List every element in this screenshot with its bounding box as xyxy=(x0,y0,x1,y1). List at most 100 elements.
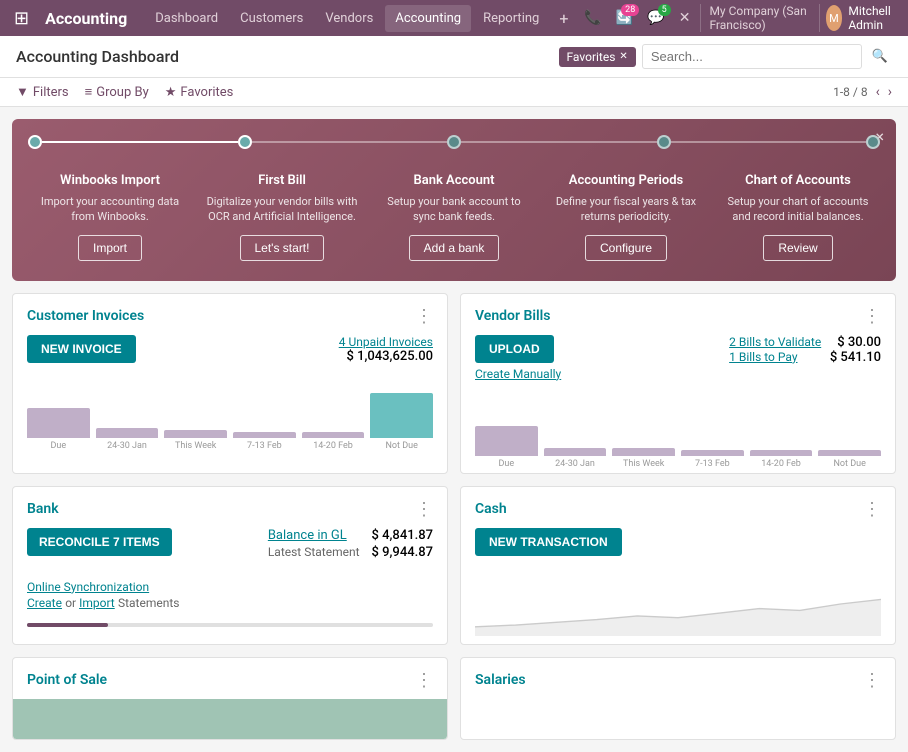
step-dot-4 xyxy=(657,135,671,149)
prev-page-button[interactable]: ‹ xyxy=(876,84,880,100)
step-dot-2 xyxy=(238,135,252,149)
nav-reporting[interactable]: Reporting xyxy=(473,5,549,32)
next-page-button[interactable]: › xyxy=(888,84,892,100)
vbar-due xyxy=(475,426,538,456)
nav-dashboard[interactable]: Dashboard xyxy=(145,5,228,32)
bar-24jan-fill xyxy=(96,428,159,438)
step-2-button[interactable]: Let's start! xyxy=(240,235,325,261)
page-header: Accounting Dashboard Favorites ✕ 🔍 xyxy=(0,36,908,78)
cash-header: Cash ⋮ xyxy=(461,487,895,528)
msg-badge: 5 xyxy=(658,4,671,16)
onboarding-step-2: First Bill Digitalize your vendor bills … xyxy=(200,169,364,265)
cash-chart-svg xyxy=(475,572,881,636)
nav-add-icon[interactable]: + xyxy=(551,5,576,32)
upload-button[interactable]: UPLOAD xyxy=(475,335,554,363)
bank-card: Bank ⋮ RECONCILE 7 ITEMS Balance in GL $… xyxy=(12,486,448,645)
step-dot-1 xyxy=(28,135,42,149)
top-navigation: ⊞ Accounting Dashboard Customers Vendors… xyxy=(0,0,908,36)
step-5-title: Chart of Accounts xyxy=(720,173,876,188)
step-dot-5 xyxy=(866,135,880,149)
cash-card: Cash ⋮ NEW TRANSACTION xyxy=(460,486,896,645)
phone-icon[interactable]: 📞 xyxy=(580,6,605,30)
pos-menu-icon[interactable]: ⋮ xyxy=(415,670,433,691)
cash-menu-icon[interactable]: ⋮ xyxy=(863,499,881,520)
step-1-button[interactable]: Import xyxy=(78,235,142,261)
cash-body: NEW TRANSACTION xyxy=(461,528,895,564)
bar-label-1420feb: 14-20 Feb xyxy=(313,441,353,451)
vbar-label-713feb: 7-13 Feb xyxy=(695,459,730,469)
bar-due-fill xyxy=(27,408,90,438)
reconcile-button[interactable]: RECONCILE 7 ITEMS xyxy=(27,528,172,556)
new-invoice-button[interactable]: NEW INVOICE xyxy=(27,335,136,363)
new-transaction-button[interactable]: NEW TRANSACTION xyxy=(475,528,622,556)
favorites-tag[interactable]: Favorites ✕ xyxy=(559,47,636,67)
progress-line-4 xyxy=(671,141,867,143)
onboarding-step-1: Winbooks Import Import your accounting d… xyxy=(28,169,192,265)
bar-notdue-fill xyxy=(370,393,433,438)
bank-header: Bank ⋮ xyxy=(13,487,447,528)
salaries-body xyxy=(461,699,895,739)
step-4-button[interactable]: Configure xyxy=(585,235,667,261)
favorites-filter-button[interactable]: ★ Favorites xyxy=(165,84,234,100)
vbar-label-notdue: Not Due xyxy=(834,459,866,469)
vbar-label-due: Due xyxy=(499,459,515,469)
bar-label-thisweek: This Week xyxy=(175,441,216,451)
nav-vendors[interactable]: Vendors xyxy=(315,5,383,32)
import-link[interactable]: Import xyxy=(79,596,115,610)
online-sync-link[interactable]: Online Synchronization xyxy=(27,580,433,594)
bank-links: Online Synchronization Create or Import … xyxy=(13,574,447,619)
salaries-title: Salaries xyxy=(475,672,526,688)
bar-24jan xyxy=(96,428,159,438)
bar-label-713feb: 7-13 Feb xyxy=(247,441,282,451)
progress-bar-fill xyxy=(27,623,108,627)
step-1-title: Winbooks Import xyxy=(32,173,188,188)
statement-value: $ 9,944.87 xyxy=(372,545,433,560)
favorites-close-icon[interactable]: ✕ xyxy=(619,51,627,62)
vendor-bills-menu-icon[interactable]: ⋮ xyxy=(863,306,881,327)
create-manually-link[interactable]: Create Manually xyxy=(475,367,561,381)
step-3-title: Bank Account xyxy=(376,173,532,188)
onboarding-step-5: Chart of Accounts Setup your chart of ac… xyxy=(716,169,880,265)
balance-gl-label[interactable]: Balance in GL xyxy=(268,528,347,543)
groupby-button[interactable]: ≡ Group By xyxy=(85,84,149,100)
statement-label: Latest Statement xyxy=(268,545,360,560)
salaries-menu-icon[interactable]: ⋮ xyxy=(863,670,881,691)
customer-invoices-menu-icon[interactable]: ⋮ xyxy=(415,306,433,327)
bar-label-due: Due xyxy=(51,441,67,451)
step-1-desc: Import your accounting data from Winbook… xyxy=(32,194,188,225)
app-grid-icon[interactable]: ⊞ xyxy=(8,4,35,33)
chat-icon[interactable]: 🔄 28 xyxy=(612,6,637,30)
bills-validate-stat[interactable]: 2 Bills to Validate xyxy=(729,335,821,350)
vendor-bar-chart: Due 24-30 Jan This Week 7-13 Feb 14-20 F… xyxy=(461,398,895,473)
favorites-label: Favorites xyxy=(567,50,616,64)
bills-pay-stat[interactable]: 1 Bills to Pay xyxy=(729,350,797,365)
nav-customers[interactable]: Customers xyxy=(230,5,313,32)
invoice-total: $ 1,043,625.00 xyxy=(339,349,433,364)
onboarding-step-4: Accounting Periods Define your fiscal ye… xyxy=(544,169,708,265)
nav-accounting[interactable]: Accounting xyxy=(385,5,471,32)
company-name[interactable]: My Company (San Francisco) xyxy=(700,4,819,32)
progress-line-2 xyxy=(252,141,448,143)
step-dot-3 xyxy=(447,135,461,149)
filter-items: ▼ Filters ≡ Group By ★ Favorites xyxy=(16,84,233,100)
step-5-button[interactable]: Review xyxy=(763,235,832,261)
unpaid-invoices-stat[interactable]: 4 Unpaid Invoices xyxy=(339,335,433,349)
vbar-thisweek xyxy=(612,448,675,456)
close-icon[interactable]: ✕ xyxy=(675,6,695,30)
bank-title: Bank xyxy=(27,501,59,517)
search-icon[interactable]: 🔍 xyxy=(868,45,892,68)
filter-bar: ▼ Filters ≡ Group By ★ Favorites 1-8 / 8… xyxy=(0,78,908,107)
chat-badge: 28 xyxy=(621,4,639,16)
filters-button[interactable]: ▼ Filters xyxy=(16,84,69,100)
vbar-label-24jan: 24-30 Jan xyxy=(555,459,595,469)
step-2-desc: Digitalize your vendor bills with OCR an… xyxy=(204,194,360,225)
vendor-bills-card: Vendor Bills ⋮ UPLOAD Create Manually 2 … xyxy=(460,293,896,474)
step-3-button[interactable]: Add a bank xyxy=(409,235,500,261)
create-statements-link[interactable]: Create xyxy=(27,596,62,610)
pos-card: Point of Sale ⋮ xyxy=(12,657,448,740)
groupby-icon: ≡ xyxy=(85,84,93,100)
user-menu[interactable]: M Mitchell Admin xyxy=(826,4,900,32)
search-input[interactable] xyxy=(642,44,862,69)
bank-menu-icon[interactable]: ⋮ xyxy=(415,499,433,520)
message-icon[interactable]: 💬 5 xyxy=(643,6,668,30)
